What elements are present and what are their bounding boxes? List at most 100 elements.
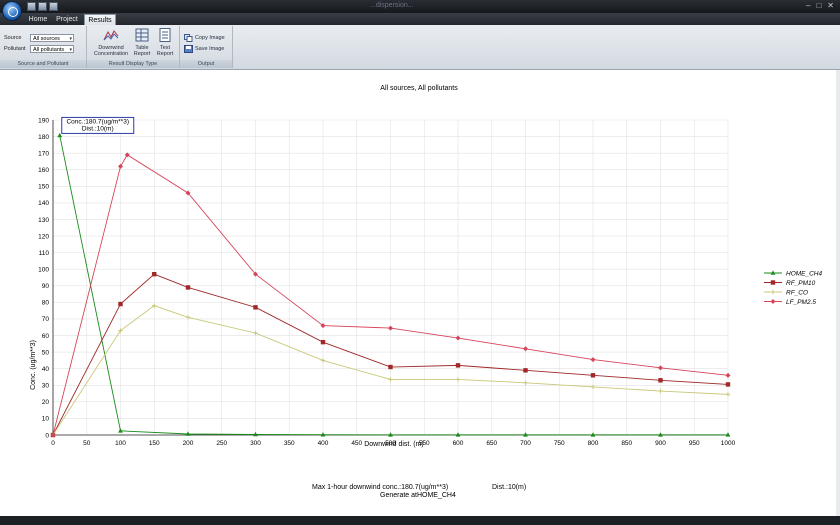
group-label: Source and Pollutant (0, 60, 86, 68)
new-file-icon[interactable] (27, 2, 36, 11)
source-pollutant-group: Source All sources ▾ Pollutant All pollut… (0, 26, 87, 68)
output-group: Copy Image Save Image Output (180, 26, 233, 68)
legend-marker (770, 280, 776, 285)
max-dist-summary: Dist.:10(m) (492, 484, 526, 491)
y-tick-label: 120 (38, 233, 49, 240)
y-tick-label: 170 (38, 150, 49, 157)
downwind-concentration-button[interactable]: Downwind Concentration (92, 28, 130, 57)
x-tick-label: 750 (554, 440, 565, 447)
max-conc-summary: Max 1-hour downwind conc.:180.7(ug/m**3) (312, 484, 448, 491)
tab-project[interactable]: Project (52, 14, 82, 25)
data-point-rf-pm10 (455, 363, 461, 368)
y-tick-label: 180 (38, 134, 49, 141)
y-tick-label: 190 (38, 117, 49, 124)
result-display-type-group: Downwind Concentration Table Report Text Re… (87, 26, 180, 68)
data-point-rf-pm10 (118, 301, 123, 307)
tab-results[interactable]: Results (84, 14, 116, 25)
application-menu-button[interactable] (2, 1, 22, 21)
data-point-rf-pm10 (320, 339, 326, 345)
y-tick-label: 10 (42, 416, 50, 423)
table-icon (135, 28, 149, 42)
legend-marker (770, 299, 776, 304)
data-point-rf-pm10 (185, 285, 191, 290)
y-tick-label: 70 (42, 316, 50, 323)
data-point-rf-pm10 (388, 364, 393, 370)
x-tick-label: 800 (588, 440, 599, 447)
annotation-dist-text: Dist.:10(m) (82, 125, 114, 132)
x-tick-label: 600 (453, 440, 464, 447)
y-tick-label: 20 (42, 399, 50, 406)
y-tick-label: 110 (39, 250, 50, 257)
legend-entry: LF_PM2.5 (786, 299, 816, 306)
y-tick-label: 50 (42, 349, 50, 356)
tab-home[interactable]: Home (26, 14, 50, 25)
save-image-button[interactable]: Save Image (184, 45, 224, 53)
text-report-button[interactable]: Text Report (154, 28, 176, 57)
title-bar: ...dispersion... – □ ✕ (0, 0, 840, 13)
data-point-rf-pm10 (590, 373, 596, 378)
chart-title: All sources, All pollutants (380, 85, 458, 92)
x-tick-label: 200 (183, 440, 194, 447)
x-tick-label: 350 (284, 440, 295, 447)
minimize-button[interactable]: – (806, 2, 810, 10)
data-point-rf-pm10 (658, 378, 663, 383)
x-tick-label: 100 (115, 440, 126, 447)
document-icon (159, 28, 171, 42)
generate-source-summary: Generate atHOME_CH4 (380, 492, 456, 499)
maximize-button[interactable]: □ (816, 2, 821, 10)
y-tick-label: 40 (42, 366, 50, 373)
y-tick-label: 160 (38, 167, 49, 174)
app-logo-icon (8, 7, 18, 17)
y-tick-label: 0 (45, 432, 49, 439)
status-bar (0, 516, 840, 525)
x-tick-label: 150 (149, 440, 160, 447)
x-tick-label: 1000 (721, 440, 736, 447)
ribbon-tab-bar: Home Project Results (0, 13, 840, 25)
x-tick-label: 950 (689, 440, 700, 447)
window-title: ...dispersion... (370, 2, 414, 9)
downwind-chart-icon (103, 30, 119, 41)
copy-icon (184, 34, 193, 42)
x-tick-label: 0 (51, 440, 55, 447)
save-icon[interactable] (49, 2, 58, 11)
source-label: Source (4, 35, 22, 41)
scroll-edge (836, 70, 840, 516)
pollutant-label: Pollutant (4, 46, 26, 52)
table-report-button[interactable]: Table Report (131, 28, 153, 57)
x-tick-label: 300 (250, 440, 261, 447)
save-image-icon (184, 45, 193, 53)
ribbon: Source All sources ▾ Pollutant All pollut… (0, 25, 840, 70)
y-tick-label: 100 (38, 267, 49, 274)
x-tick-label: 250 (216, 440, 227, 447)
y-tick-label: 150 (38, 184, 49, 191)
data-point-rf-pm10 (253, 305, 258, 310)
pollutant-select[interactable]: All pollutants ▾ (30, 45, 74, 53)
y-tick-label: 140 (38, 200, 49, 207)
data-point-rf-pm10 (152, 271, 157, 277)
x-tick-label: 650 (486, 440, 497, 447)
legend-entry: HOME_CH4 (786, 270, 823, 277)
chart-grid (52, 119, 729, 436)
x-tick-label: 50 (83, 440, 91, 447)
quick-access-toolbar (27, 2, 58, 11)
legend-marker (770, 289, 776, 295)
x-tick-label: 900 (655, 440, 666, 447)
chart-panel: All sources, All pollutants 0 10 20 30 40 50 6… (0, 70, 840, 516)
x-tick-label: 450 (351, 440, 362, 447)
max-conc-annotation: Conc.:180.7(ug/m**3)Dist.:10(m) (61, 116, 135, 134)
y-tick-label: 30 (42, 383, 50, 390)
y-tick-label: 90 (42, 283, 50, 290)
y-tick-label: 60 (42, 333, 50, 340)
close-button[interactable]: ✕ (827, 2, 834, 10)
annotation-conc-text: Conc.:180.7(ug/m**3) (66, 118, 129, 125)
open-folder-icon[interactable] (38, 2, 47, 11)
x-tick-label: 850 (621, 440, 632, 447)
copy-image-button[interactable]: Copy Image (184, 34, 225, 42)
y-tick-label: 80 (42, 300, 50, 307)
data-point-rf-pm10 (523, 368, 528, 373)
source-select[interactable]: All sources ▾ (30, 34, 74, 42)
data-point-rf-pm10 (725, 382, 731, 387)
legend-entry: RF_CO (786, 289, 808, 296)
group-label: Result Display Type (87, 60, 179, 68)
y-axis-label: Conc. (ug/m**3) (30, 340, 37, 390)
